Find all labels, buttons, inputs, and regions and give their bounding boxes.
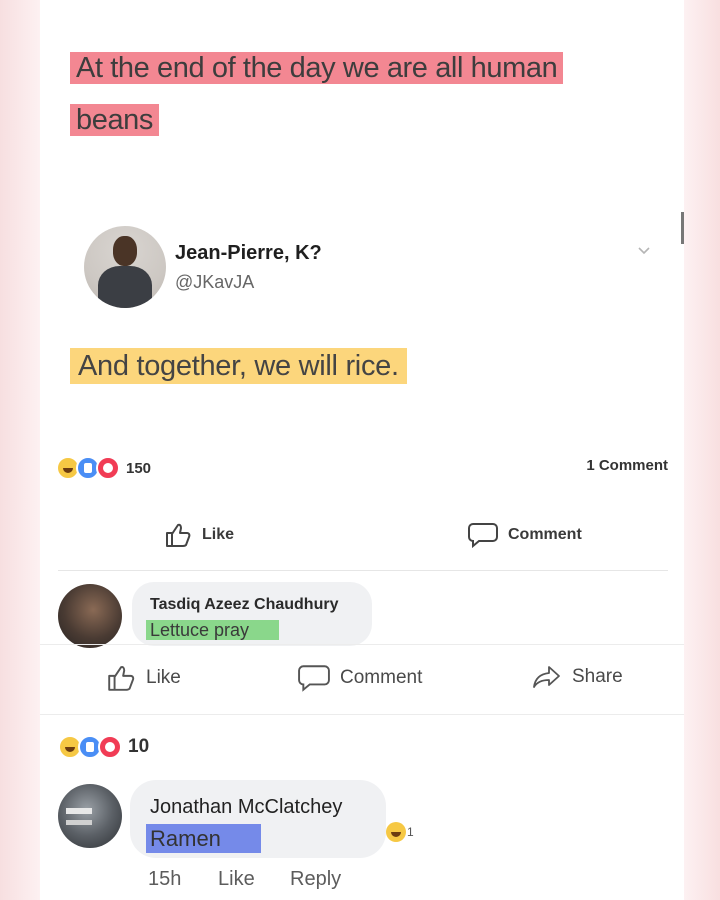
tweet-author-handle[interactable]: @JKavJA (175, 272, 254, 293)
quote-line-1: At the end of the day we are all human (70, 52, 564, 84)
love-reaction-icon (96, 456, 120, 480)
tweet-text: And together, we will rice. (70, 342, 407, 390)
post-reaction-count: 150 (126, 459, 152, 477)
post-like-button[interactable]: Like (164, 522, 234, 548)
quote-line-2: beans (70, 104, 160, 136)
share-arrow-icon (533, 666, 560, 688)
comment-reaction-count: 1 (407, 825, 414, 839)
comment-text-content: Lettuce pray (146, 620, 280, 640)
post-comment-count[interactable]: 1 Comment (586, 457, 668, 474)
comment-label: Comment (340, 667, 423, 688)
divider (40, 644, 684, 645)
comment-reaction-badge[interactable]: 1 (386, 822, 414, 842)
love-reaction-icon (98, 735, 122, 759)
post-comment-label: Comment (508, 526, 582, 543)
comment-button[interactable]: Comment (298, 664, 422, 692)
comment-author-name[interactable]: Jonathan McClatchey (150, 796, 342, 819)
comment-bubble-icon (298, 665, 330, 692)
like-button[interactable]: Like (106, 664, 181, 692)
comment-text: Ramen (146, 824, 261, 853)
divider (40, 714, 684, 715)
comment-text: Lettuce pray (146, 620, 280, 641)
share-label: Share (572, 666, 623, 687)
comment-author-avatar[interactable] (58, 784, 122, 848)
page-background-right (684, 0, 720, 900)
tweet-text-content: And together, we will rice. (70, 348, 407, 384)
tweet-author-name[interactable]: Jean-Pierre, K? (175, 242, 322, 265)
scrollbar[interactable] (681, 212, 684, 244)
chevron-down-icon[interactable] (638, 244, 650, 256)
comment-bubble-icon (468, 523, 498, 548)
post-like-label: Like (202, 526, 235, 543)
comment-like-link[interactable]: Like (218, 868, 255, 891)
comment-author-avatar[interactable] (58, 584, 122, 648)
like-label: Like (146, 667, 181, 688)
thumbs-up-icon (108, 666, 135, 691)
share-button[interactable]: Share (532, 664, 623, 690)
haha-reaction-icon (386, 822, 406, 842)
post-comment-button[interactable]: Comment (468, 522, 582, 548)
divider (58, 570, 668, 571)
thumbs-up-icon (166, 523, 191, 547)
reactions-summary[interactable]: 10 (58, 735, 149, 759)
page-background-left (0, 0, 40, 900)
comment-author-name[interactable]: Tasdiq Azeez Chaudhury (150, 596, 338, 614)
reaction-count: 10 (128, 736, 150, 757)
comment-reply-link[interactable]: Reply (290, 868, 341, 891)
comment-text-content: Ramen (146, 824, 261, 853)
quoted-text: At the end of the day we are all human b… (70, 42, 650, 146)
comment-timestamp: 15h (148, 868, 182, 890)
post-panel: At the end of the day we are all human b… (40, 0, 684, 900)
tweet-author-avatar[interactable] (84, 226, 166, 308)
post-reactions[interactable]: 150 (56, 456, 151, 480)
